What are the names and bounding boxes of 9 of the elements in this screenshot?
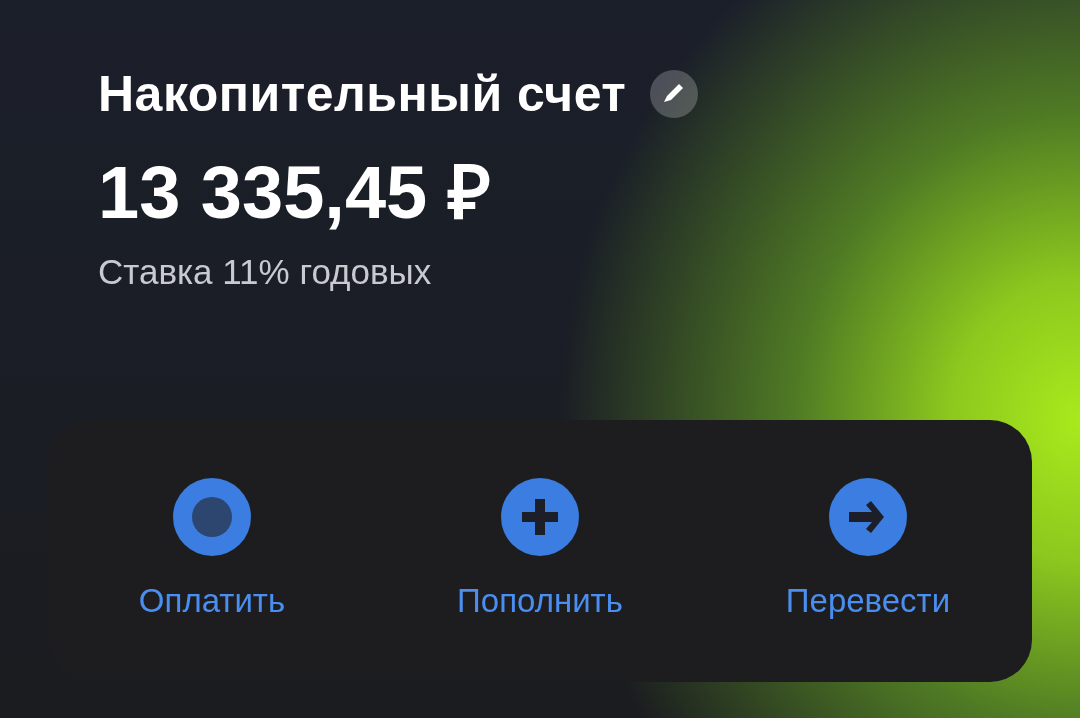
circle-icon bbox=[173, 478, 251, 556]
action-button[interactable]: Оплатить bbox=[138, 478, 286, 620]
edit-icon[interactable] bbox=[650, 70, 699, 118]
action-button[interactable]: Пополнить bbox=[457, 478, 623, 620]
plus-icon bbox=[501, 478, 579, 556]
action-button[interactable]: Перевести bbox=[785, 478, 951, 620]
balance-amount: 13 335,45 ₽ bbox=[98, 150, 492, 236]
account-title: Накопительный счет bbox=[98, 65, 627, 123]
interest-rate: Ставка 11% годовых bbox=[98, 252, 433, 292]
